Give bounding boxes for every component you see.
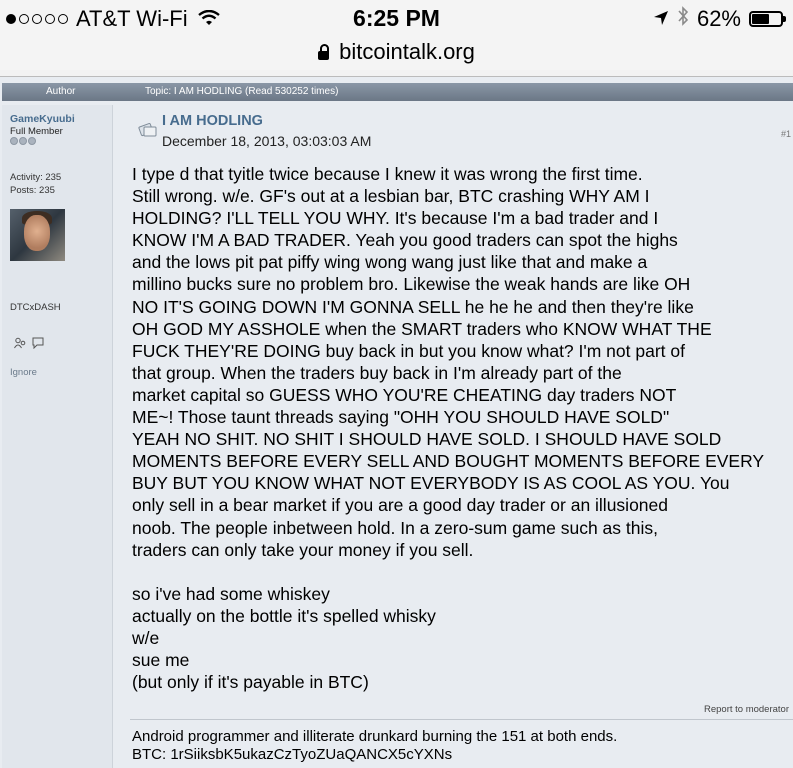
topic-header-bar: Author Topic: I AM HODLING (Read 530252 … [2,83,793,101]
battery-icon [749,11,786,27]
topic-header-title: Topic: I AM HODLING (Read 530252 times) [145,86,339,97]
poster-action-icons [14,337,44,352]
url-domain: bitcointalk.org [339,39,475,64]
post-text-line: BUY BUT YOU KNOW WHAT NOT EVERYBODY IS A… [132,473,730,494]
post-number[interactable]: #1 [781,129,791,139]
post-text-line: FUCK THEY'RE DOING buy back in but you k… [132,340,685,361]
avatar [10,209,65,261]
post-body: I type d that tyitle twice because I kne… [132,163,793,693]
post-date: December 18, 2013, 03:03:03 AM [162,133,372,149]
report-to-moderator-link[interactable]: Report to moderator [704,704,789,715]
post-text-line: that group. When the traders buy back in… [132,362,622,383]
post-text-line: ME~! Those taunt threads saying "OHH YOU… [132,407,670,428]
ignore-link[interactable]: Ignore [10,367,37,378]
post-text-line: KNOW I'M A BAD TRADER. Yeah you good tra… [132,230,678,251]
signature-line: Android programmer and illiterate drunka… [132,728,618,745]
signature: Android programmer and illiterate drunka… [132,728,617,764]
post-text-line: so i've had some whiskey [132,583,330,604]
post-text-line: MOMENTS BEFORE EVERY SELL AND BOUGHT MOM… [132,451,765,472]
status-right: 62% [653,6,786,32]
post-text-line: w/e [132,627,160,648]
lock-icon [318,44,330,60]
post-text-line: NO IT'S GOING DOWN I'M GONNA SELL he he … [132,296,694,317]
post-text-line: actually on the bottle it's spelled whis… [132,605,436,626]
poster-rank: Full Member [10,126,63,137]
post-text-line: OH GOD MY ASSHOLE when the SMART traders… [132,318,712,339]
poster-activity: Activity: 235 [10,172,62,183]
location-arrow-icon [653,6,669,32]
url-bar[interactable]: bitcointalk.org [0,38,793,70]
post-text-line: (but only if it's payable in BTC) [132,672,369,693]
post-text-line: market capital so GUESS WHO YOU'RE CHEAT… [132,384,677,405]
poster-personal-text: DTCxDASH [10,302,61,313]
signature-btc-address: BTC: 1rSiiksbK5ukazCzTyoZUaQANCX5cYXNs [132,746,453,763]
poster-posts: Posts: 235 [10,185,55,196]
status-bar: AT&T Wi-Fi 6:25 PM 62% [0,0,793,38]
message-icon[interactable] [32,337,44,352]
post-text-line: HOLDING? I'LL TELL YOU WHY. It's because… [132,208,659,229]
post-text-line: YEAH NO SHIT. NO SHIT I SHOULD HAVE SOLD… [132,429,722,450]
profile-icon[interactable] [14,337,26,352]
author-column-label: Author [46,86,76,97]
post-text-line: and the lows pit pat piffy wing wong wan… [132,252,648,273]
post-text-line: traders can only take your money if you … [132,539,474,560]
forum-page: Author Topic: I AM HODLING (Read 530252 … [0,76,793,768]
bluetooth-icon [677,6,689,32]
post-text-line: millino bucks sure no problem bro. Likew… [132,274,691,295]
battery-percent: 62% [696,6,741,31]
rank-stars [10,137,36,145]
post-text-line: sue me [132,650,190,671]
signature-divider [130,719,793,720]
post-text-line: Still wrong. w/e. GF's out at a lesbian … [132,186,650,207]
poster-name-link[interactable]: GameKyuubi [10,113,75,125]
post-text-line: I type d that tyitle twice because I kne… [132,164,643,184]
post-text-line: only sell in a bear market if you are a … [132,495,668,516]
poster-info: GameKyuubi Full Member Activity: 235 Pos… [2,105,113,768]
topic-icon [138,122,158,143]
post-title-link[interactable]: I AM HODLING [162,113,263,129]
post-text-line: noob. The people inbetween hold. In a ze… [132,517,658,538]
